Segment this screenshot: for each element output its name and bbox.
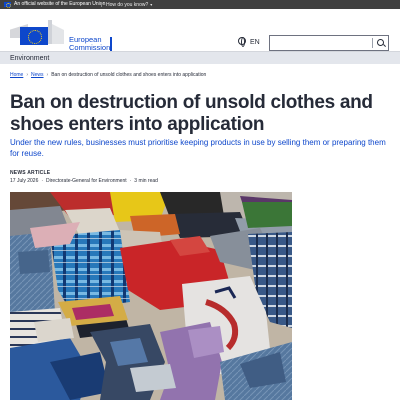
site-header: European Commission EN xyxy=(0,9,400,52)
chevron-down-icon: ▾ xyxy=(150,2,153,7)
section-navigation-bar: Environment xyxy=(0,51,400,64)
breadcrumb-news[interactable]: News xyxy=(31,72,44,78)
breadcrumb-separator-icon: › xyxy=(26,72,29,78)
meta-separator: · xyxy=(129,178,132,184)
language-code: EN xyxy=(250,39,260,46)
logo-text: European Commission xyxy=(69,36,110,52)
search-box xyxy=(269,35,389,51)
logo-shape-right xyxy=(52,24,64,44)
breadcrumb-current: Ban on destruction of unsold clothes and… xyxy=(51,72,207,78)
european-commission-logo[interactable]: European Commission xyxy=(10,18,112,52)
article-date: 17 July 2026 xyxy=(10,178,39,184)
language-selector[interactable]: EN xyxy=(238,37,260,48)
meta-separator: · xyxy=(41,178,44,184)
article-read-time: 3 min read xyxy=(134,178,158,184)
official-website-text: An official website of the European Unio… xyxy=(14,1,106,7)
search-divider xyxy=(372,38,373,48)
article-summary: Under the new rules, businesses must pri… xyxy=(10,138,386,158)
logo-eu-flag-icon xyxy=(20,27,48,45)
how-do-you-know-label: How do you know? xyxy=(106,2,149,8)
hero-image-clothes-pile xyxy=(10,192,292,400)
article-type-label: NEWS ARTICLE xyxy=(10,170,51,176)
breadcrumb-home[interactable]: Home xyxy=(10,72,23,78)
globe-icon xyxy=(238,37,246,47)
logo-shape-bar xyxy=(48,20,52,44)
breadcrumb: Home › News › Ban on destruction of unsold c… xyxy=(10,72,206,78)
breadcrumb-separator-icon: › xyxy=(46,72,49,78)
clothes-pile-illustration xyxy=(10,192,292,400)
section-title[interactable]: Environment xyxy=(10,53,49,64)
official-eu-banner: An official website of the European Unio… xyxy=(0,0,400,9)
search-input[interactable] xyxy=(272,37,368,49)
page-title: Ban on destruction of unsold clothes and… xyxy=(10,92,373,135)
article-meta: 17 July 2026 · Directorate-General for Env… xyxy=(10,178,158,184)
article-author: Directorate-General for Environment xyxy=(46,178,127,184)
search-icon[interactable] xyxy=(377,39,384,46)
eu-flag-icon xyxy=(4,2,11,8)
banner-divider xyxy=(101,2,102,7)
logo-rule xyxy=(110,37,112,52)
